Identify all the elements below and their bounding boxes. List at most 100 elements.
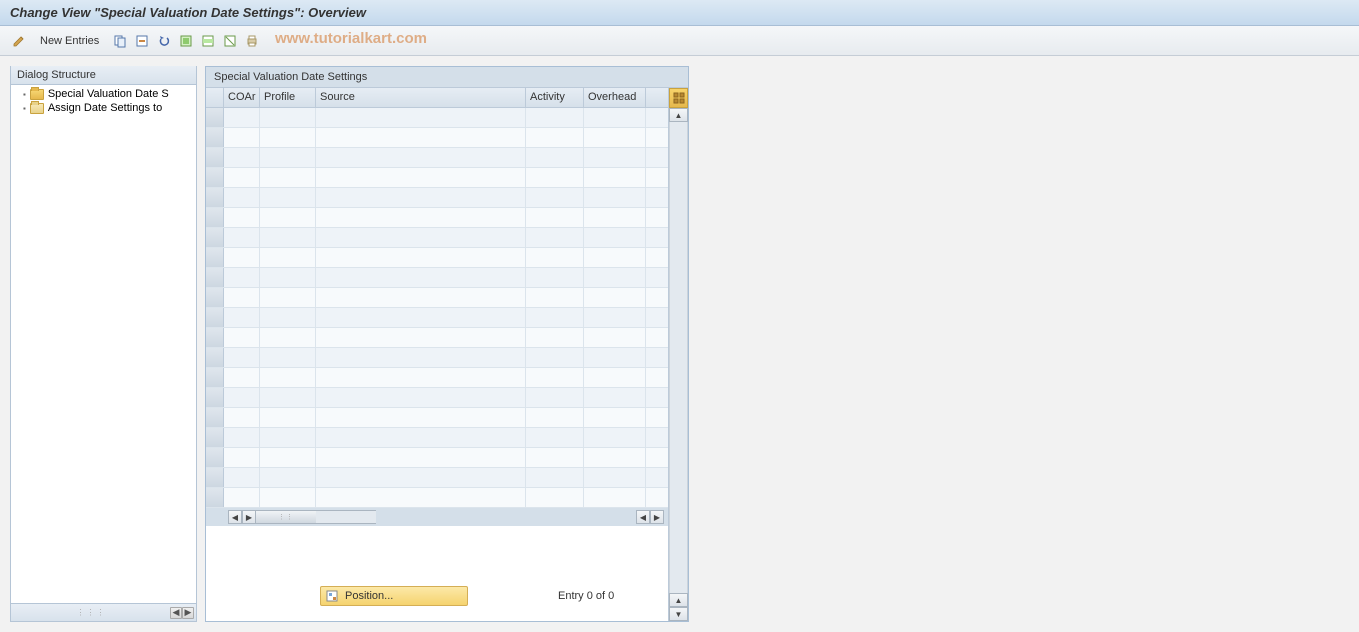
cell-activity[interactable] xyxy=(526,168,584,187)
hscroll-right-icon[interactable]: ◀ xyxy=(636,510,650,524)
row-selector[interactable] xyxy=(206,368,224,387)
tree-scroll-right-icon[interactable]: ▶ xyxy=(182,607,194,619)
cell-activity[interactable] xyxy=(526,468,584,487)
table-row[interactable] xyxy=(206,368,668,388)
cell-coar[interactable] xyxy=(224,248,260,267)
table-row[interactable] xyxy=(206,488,668,508)
table-row[interactable] xyxy=(206,288,668,308)
vscroll-up-icon[interactable]: ▲ xyxy=(669,108,688,122)
cell-profile[interactable] xyxy=(260,488,316,507)
cell-coar[interactable] xyxy=(224,188,260,207)
table-row[interactable] xyxy=(206,128,668,148)
cell-overhead[interactable] xyxy=(584,348,646,367)
table-row[interactable] xyxy=(206,308,668,328)
cell-activity[interactable] xyxy=(526,328,584,347)
change-toggle-icon[interactable] xyxy=(10,32,28,50)
cell-profile[interactable] xyxy=(260,268,316,287)
row-selector[interactable] xyxy=(206,348,224,367)
column-header-activity[interactable]: Activity xyxy=(526,88,584,107)
cell-source[interactable] xyxy=(316,268,526,287)
delimit-icon[interactable] xyxy=(133,32,151,50)
row-selector[interactable] xyxy=(206,228,224,247)
select-block-icon[interactable] xyxy=(199,32,217,50)
cell-activity[interactable] xyxy=(526,368,584,387)
cell-source[interactable] xyxy=(316,248,526,267)
cell-coar[interactable] xyxy=(224,428,260,447)
cell-profile[interactable] xyxy=(260,148,316,167)
cell-coar[interactable] xyxy=(224,328,260,347)
deselect-all-icon[interactable] xyxy=(221,32,239,50)
row-selector[interactable] xyxy=(206,408,224,427)
tree-item-special-valuation[interactable]: ▪ Special Valuation Date S xyxy=(11,87,196,101)
vscroll-up2-icon[interactable]: ▲ xyxy=(669,593,688,607)
cell-source[interactable] xyxy=(316,168,526,187)
cell-source[interactable] xyxy=(316,468,526,487)
cell-overhead[interactable] xyxy=(584,428,646,447)
tree-resize-handle[interactable]: ⋮⋮⋮ xyxy=(13,608,170,617)
cell-source[interactable] xyxy=(316,408,526,427)
cell-coar[interactable] xyxy=(224,488,260,507)
row-selector[interactable] xyxy=(206,388,224,407)
row-selector[interactable] xyxy=(206,188,224,207)
vscroll-down-icon[interactable]: ▼ xyxy=(669,607,688,621)
cell-profile[interactable] xyxy=(260,468,316,487)
cell-activity[interactable] xyxy=(526,408,584,427)
cell-profile[interactable] xyxy=(260,168,316,187)
table-row[interactable] xyxy=(206,448,668,468)
table-row[interactable] xyxy=(206,168,668,188)
row-selector[interactable] xyxy=(206,148,224,167)
cell-overhead[interactable] xyxy=(584,168,646,187)
row-selector[interactable] xyxy=(206,308,224,327)
cell-source[interactable] xyxy=(316,228,526,247)
cell-profile[interactable] xyxy=(260,388,316,407)
new-entries-button[interactable]: New Entries xyxy=(32,33,107,49)
cell-activity[interactable] xyxy=(526,288,584,307)
hscroll-thumb[interactable]: ⋮⋮ xyxy=(256,511,316,523)
cell-profile[interactable] xyxy=(260,128,316,147)
table-row[interactable] xyxy=(206,208,668,228)
cell-activity[interactable] xyxy=(526,208,584,227)
cell-source[interactable] xyxy=(316,328,526,347)
row-selector[interactable] xyxy=(206,448,224,467)
cell-coar[interactable] xyxy=(224,268,260,287)
cell-activity[interactable] xyxy=(526,248,584,267)
cell-source[interactable] xyxy=(316,388,526,407)
cell-overhead[interactable] xyxy=(584,368,646,387)
table-row[interactable] xyxy=(206,388,668,408)
table-row[interactable] xyxy=(206,428,668,448)
cell-activity[interactable] xyxy=(526,128,584,147)
cell-source[interactable] xyxy=(316,288,526,307)
table-row[interactable] xyxy=(206,328,668,348)
hscroll-left-icon[interactable]: ▶ xyxy=(242,510,256,524)
cell-source[interactable] xyxy=(316,428,526,447)
cell-overhead[interactable] xyxy=(584,148,646,167)
row-selector[interactable] xyxy=(206,268,224,287)
vscroll-track[interactable] xyxy=(669,122,688,593)
row-selector[interactable] xyxy=(206,168,224,187)
position-button[interactable]: Position... xyxy=(320,586,468,606)
cell-activity[interactable] xyxy=(526,268,584,287)
cell-coar[interactable] xyxy=(224,148,260,167)
cell-coar[interactable] xyxy=(224,408,260,427)
cell-overhead[interactable] xyxy=(584,248,646,267)
cell-profile[interactable] xyxy=(260,108,316,127)
cell-coar[interactable] xyxy=(224,208,260,227)
cell-profile[interactable] xyxy=(260,248,316,267)
cell-activity[interactable] xyxy=(526,308,584,327)
cell-source[interactable] xyxy=(316,188,526,207)
cell-profile[interactable] xyxy=(260,448,316,467)
cell-profile[interactable] xyxy=(260,308,316,327)
cell-source[interactable] xyxy=(316,208,526,227)
hscroll-first-icon[interactable]: ◀ xyxy=(228,510,242,524)
cell-activity[interactable] xyxy=(526,488,584,507)
table-row[interactable] xyxy=(206,468,668,488)
cell-overhead[interactable] xyxy=(584,468,646,487)
cell-activity[interactable] xyxy=(526,228,584,247)
cell-activity[interactable] xyxy=(526,148,584,167)
row-selector[interactable] xyxy=(206,128,224,147)
cell-coar[interactable] xyxy=(224,368,260,387)
undo-icon[interactable] xyxy=(155,32,173,50)
cell-source[interactable] xyxy=(316,128,526,147)
cell-activity[interactable] xyxy=(526,108,584,127)
cell-overhead[interactable] xyxy=(584,268,646,287)
